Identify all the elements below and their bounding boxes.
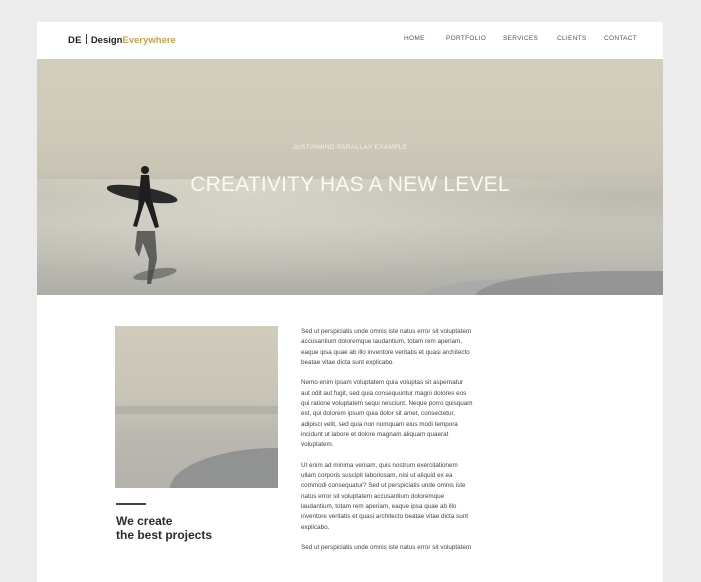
hero-banner: JUSTINMIND PARALLAX EXAMPLE CREATIVITY H… bbox=[37, 59, 663, 295]
nav-contact[interactable]: CONTACT bbox=[604, 35, 637, 42]
nav-home[interactable]: HOME bbox=[404, 35, 425, 42]
tagline-line-2: the best projects bbox=[116, 528, 213, 542]
logo-mark: DE bbox=[68, 35, 82, 46]
paragraph-1: Sed ut perspiciatis unde omnis iste natu… bbox=[301, 328, 472, 366]
tagline-line-1: We create bbox=[116, 514, 173, 528]
tagline: We create the best projects bbox=[116, 514, 276, 542]
logo-design-text: Design bbox=[90, 35, 123, 46]
nav-clients[interactable]: CLIENTS bbox=[557, 35, 587, 42]
hero-title: CREATIVITY HAS A NEW LEVEL bbox=[190, 173, 510, 197]
paragraph-2: Nemo enim ipsam voluptatem quia voluptas… bbox=[301, 379, 473, 449]
nav-services[interactable]: SERVICES bbox=[503, 35, 538, 42]
photo-shore bbox=[165, 448, 278, 488]
body-text: Sed ut perspiciatis unde omnis iste natu… bbox=[301, 327, 497, 564]
surfer-silhouette bbox=[107, 166, 178, 284]
nav-portfolio[interactable]: PORTFOLIO bbox=[446, 35, 486, 42]
photo-wave bbox=[115, 406, 278, 414]
paragraph-4: Sed ut perspiciatis unde omnis iste natu… bbox=[301, 544, 472, 552]
paragraph-3: Ut enim ad minima veniam, quis nostrum e… bbox=[301, 461, 468, 531]
tagline-divider bbox=[116, 503, 146, 505]
hero-subtitle: JUSTINMIND PARALLAX EXAMPLE bbox=[292, 144, 408, 151]
site-header: DE DesignEverywhere HOME PORTFOLIO SERVIC… bbox=[37, 22, 663, 59]
content-photo bbox=[115, 326, 278, 488]
logo-separator bbox=[85, 34, 87, 44]
logo-everywhere-text: Everywhere bbox=[122, 35, 176, 46]
logo[interactable]: DE DesignEverywhere bbox=[68, 34, 176, 46]
